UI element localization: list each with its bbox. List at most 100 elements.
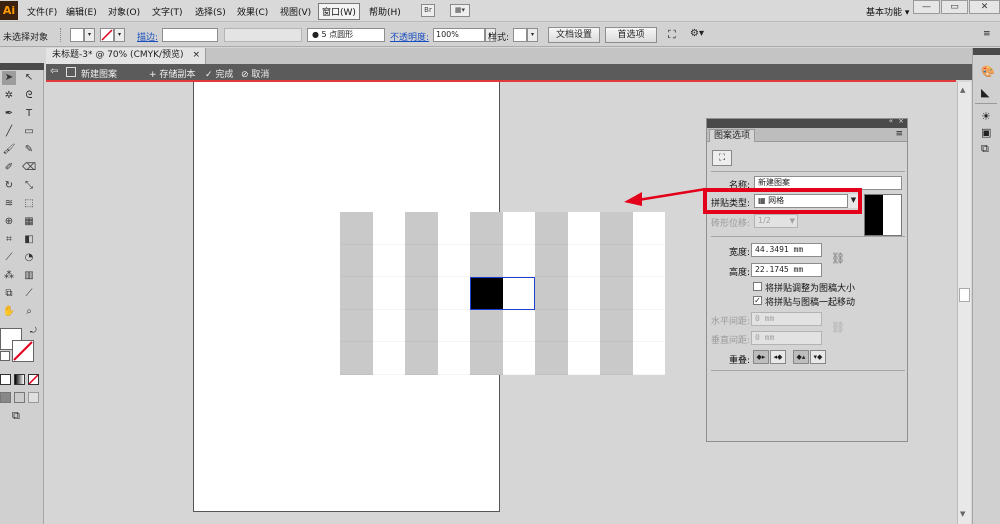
artboard-tool-icon[interactable]: ⧉ xyxy=(2,287,16,301)
menu-help[interactable]: 帮助(H) xyxy=(369,5,401,18)
color-mode-icon[interactable] xyxy=(0,374,11,385)
workspace-switcher[interactable]: 基本功能 ▾ xyxy=(866,5,909,18)
default-colors-icon[interactable] xyxy=(0,351,10,361)
magic-wand-tool-icon[interactable]: ✲ xyxy=(2,89,16,103)
scrollbar-thumb[interactable] xyxy=(959,288,970,302)
fit-tile-to-art-checkbox[interactable] xyxy=(753,282,762,291)
draw-behind-icon[interactable] xyxy=(14,392,25,403)
pattern-tile-tool-icon[interactable]: ⛶ xyxy=(712,150,732,166)
fill-dropdown[interactable]: ▾ xyxy=(84,28,95,42)
menu-type[interactable]: 文字(T) xyxy=(152,5,183,18)
layers-panel-icon[interactable]: ⧉ xyxy=(981,142,989,156)
zoom-tool-icon[interactable]: ⌕ xyxy=(22,305,36,319)
transform-icon[interactable]: ⛶ xyxy=(668,28,676,42)
vertical-scrollbar[interactable]: ▲ ▼ xyxy=(957,82,971,524)
move-tile-with-art-checkbox[interactable]: ✓ xyxy=(753,296,762,305)
rotate-tool-icon[interactable]: ↻ xyxy=(2,179,16,193)
rectangle-tool-icon[interactable]: ▭ xyxy=(22,125,36,139)
pattern-preview-grid[interactable] xyxy=(340,212,665,375)
h-spacing-input[interactable]: 0 mm xyxy=(751,312,822,326)
graphic-style-dropdown[interactable]: ▾ xyxy=(527,28,538,42)
menu-view[interactable]: 视图(V) xyxy=(280,5,311,18)
width-tool-icon[interactable]: ≋ xyxy=(2,197,16,211)
color-panel-icon[interactable]: 🎨 xyxy=(981,65,995,78)
color-guide-icon[interactable]: ◣ xyxy=(981,86,989,99)
scroll-down-icon[interactable]: ▼ xyxy=(960,510,965,518)
lasso-tool-icon[interactable]: ᘓ xyxy=(22,89,36,103)
overlap-top-front-icon[interactable]: ◆▴ xyxy=(793,350,809,364)
cancel-button[interactable]: ⊘ 取消 xyxy=(241,67,269,80)
back-arrow-icon[interactable]: ⇦ xyxy=(50,66,58,77)
pen-tool-icon[interactable]: ✒ xyxy=(2,107,16,121)
draw-inside-icon[interactable] xyxy=(28,392,39,403)
panel-menu-icon[interactable]: ≡ xyxy=(983,29,991,39)
minimize-button[interactable]: — xyxy=(913,0,940,14)
shape-builder-tool-icon[interactable]: ⊕ xyxy=(2,215,16,229)
perspective-grid-tool-icon[interactable]: ▦ xyxy=(22,215,36,229)
swap-colors-icon[interactable]: ⤾ xyxy=(30,326,37,336)
graphic-style-swatch[interactable] xyxy=(513,28,527,42)
close-button[interactable]: ✕ xyxy=(969,0,1000,14)
fill-swatch[interactable] xyxy=(70,28,84,42)
opacity-input[interactable]: 100% xyxy=(433,28,485,42)
slice-tool-icon[interactable]: ⟋ xyxy=(22,287,36,301)
menu-window[interactable]: 窗口(W) xyxy=(318,3,360,20)
link-spacing-icon[interactable]: ⛓ xyxy=(831,321,845,334)
none-mode-icon[interactable] xyxy=(28,374,39,385)
preferences-button[interactable]: 首选项 xyxy=(605,27,657,43)
stroke-weight-field[interactable] xyxy=(162,28,218,42)
blend-tool-icon[interactable]: ◔ xyxy=(22,251,36,265)
bridge-icon[interactable]: Br xyxy=(421,4,435,17)
collapse-icon[interactable]: « xyxy=(889,117,893,125)
eraser-tool-icon[interactable]: ⌫ xyxy=(22,161,36,175)
overlap-right-front-icon[interactable]: ◂◆ xyxy=(770,350,786,364)
selection-tool-icon[interactable]: ➤ xyxy=(2,71,16,85)
link-dimensions-icon[interactable]: ⛓ xyxy=(831,252,845,265)
eyedropper-tool-icon[interactable]: ⟋ xyxy=(2,251,16,265)
tile-width-input[interactable]: 44.3491 mm xyxy=(751,243,822,257)
variable-width-profile[interactable] xyxy=(224,28,302,42)
pattern-options-tab[interactable]: 图案选项 xyxy=(709,129,756,142)
hand-tool-icon[interactable]: ✋ xyxy=(2,305,16,319)
document-setup-button[interactable]: 文档设置 xyxy=(548,27,600,43)
menu-file[interactable]: 文件(F) xyxy=(27,5,57,18)
align-options-icon[interactable]: ⚙▾ xyxy=(690,28,704,39)
stroke-dropdown[interactable]: ▾ xyxy=(114,28,125,42)
gradient-tool-icon[interactable]: ◧ xyxy=(22,233,36,247)
draw-normal-icon[interactable] xyxy=(0,392,11,403)
mesh-tool-icon[interactable]: ⌗ xyxy=(2,233,16,247)
stroke-swatch[interactable] xyxy=(100,28,114,42)
column-graph-tool-icon[interactable]: ▥ xyxy=(22,269,36,283)
menu-object[interactable]: 对象(O) xyxy=(108,5,140,18)
overlap-bottom-front-icon[interactable]: ▾◆ xyxy=(810,350,826,364)
v-spacing-input[interactable]: 0 mm xyxy=(751,331,822,345)
restore-button[interactable]: ▭ xyxy=(941,0,968,14)
document-tab[interactable]: 未标题-3* @ 70% (CMYK/预览) × xyxy=(46,48,206,64)
type-tool-icon[interactable]: T xyxy=(22,107,36,121)
menu-select[interactable]: 选择(S) xyxy=(195,5,226,18)
symbol-sprayer-tool-icon[interactable]: ⁂ xyxy=(2,269,16,283)
close-panel-icon[interactable]: × xyxy=(898,117,904,125)
opacity-label-link[interactable]: 不透明度: xyxy=(390,30,429,43)
tile-bounding-box[interactable] xyxy=(470,277,535,310)
graphic-styles-icon[interactable]: ▣ xyxy=(981,126,991,139)
menu-edit[interactable]: 编辑(E) xyxy=(66,5,97,18)
arrange-documents-icon[interactable]: ▦▾ xyxy=(450,4,470,17)
blob-brush-tool-icon[interactable]: ✐ xyxy=(2,161,16,175)
paintbrush-tool-icon[interactable]: 🖌 xyxy=(2,143,16,157)
stroke-label-link[interactable]: 描边: xyxy=(137,30,158,43)
appearance-panel-icon[interactable]: ☀ xyxy=(981,110,991,123)
direct-selection-tool-icon[interactable]: ↖ xyxy=(22,71,36,85)
scale-tool-icon[interactable]: ⤡ xyxy=(22,179,36,193)
done-button[interactable]: ✓ 完成 xyxy=(205,67,233,80)
pencil-tool-icon[interactable]: ✎ xyxy=(22,143,36,157)
tile-height-input[interactable]: 22.1745 mm xyxy=(751,263,822,277)
brick-offset-select[interactable]: 1/2 ▼ xyxy=(754,214,798,228)
free-transform-tool-icon[interactable]: ⬚ xyxy=(22,197,36,211)
brush-definition-select[interactable]: ● 5 点圆形 xyxy=(307,28,385,42)
stroke-color-swatch[interactable] xyxy=(12,340,34,362)
scroll-up-icon[interactable]: ▲ xyxy=(960,86,965,94)
save-copy-button[interactable]: + 存储副本 xyxy=(149,67,195,80)
gradient-mode-icon[interactable] xyxy=(14,374,25,385)
panel-titlebar[interactable]: « × xyxy=(707,117,907,128)
